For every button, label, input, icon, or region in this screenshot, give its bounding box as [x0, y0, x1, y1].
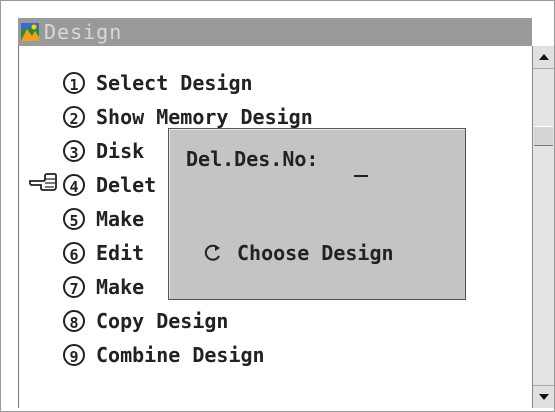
scroll-down-arrow-icon: [538, 394, 549, 400]
menu-item-4[interactable]: 4 Delet: [63, 170, 156, 200]
menu-item-label: Copy Design: [96, 309, 229, 333]
title-bar: Design: [18, 18, 532, 46]
menu-item-label: Delet: [96, 173, 157, 197]
design-number-input[interactable]: [354, 151, 368, 177]
menu-item-label: Select Design: [96, 71, 253, 95]
menu-item-number: 8: [63, 310, 85, 332]
menu-item-7[interactable]: 7 Make: [63, 272, 144, 302]
scroll-thumb[interactable]: [534, 126, 553, 146]
delete-design-dialog: Del.Des.No: Choose Design: [168, 128, 466, 300]
design-app-icon: [21, 23, 39, 41]
menu-item-label: Show Memory Design: [96, 105, 313, 129]
vertical-scrollbar[interactable]: [532, 46, 554, 408]
scroll-up-button[interactable]: [533, 46, 554, 69]
scroll-down-button[interactable]: [533, 385, 554, 408]
menu-item-label: Combine Design: [96, 343, 265, 367]
window-title: Design: [44, 20, 123, 44]
pointing-hand-icon: [29, 173, 57, 191]
menu-item-5[interactable]: 5 Make: [63, 204, 144, 234]
menu-item-number: 1: [63, 72, 85, 94]
menu-item-1[interactable]: 1 Select Design: [63, 68, 253, 98]
design-number-label: Del.Des.No:: [186, 147, 319, 171]
choose-design-button[interactable]: Choose Design: [203, 241, 394, 265]
cycle-arrow-icon: [204, 244, 220, 261]
menu-item-number: 6: [63, 242, 85, 264]
menu-item-number: 4: [63, 174, 85, 196]
scroll-up-arrow-icon: [538, 54, 549, 60]
menu-item-label: Make: [96, 207, 145, 231]
menu-item-label: Make: [96, 275, 145, 299]
menu-item-number: 3: [63, 140, 85, 162]
menu-item-number: 7: [63, 276, 85, 298]
menu-item-8[interactable]: 8 Copy Design: [63, 306, 228, 336]
choose-design-label: Choose Design: [237, 241, 394, 265]
menu-item-number: 9: [63, 344, 85, 366]
menu-item-9[interactable]: 9 Combine Design: [63, 340, 265, 370]
menu-item-number: 5: [63, 208, 85, 230]
menu-item-6[interactable]: 6 Edit: [63, 238, 144, 268]
menu-item-label: Edit: [96, 241, 145, 265]
menu-item-3[interactable]: 3 Disk: [63, 136, 144, 166]
menu-item-label: Disk: [96, 139, 145, 163]
menu-item-number: 2: [63, 106, 85, 128]
